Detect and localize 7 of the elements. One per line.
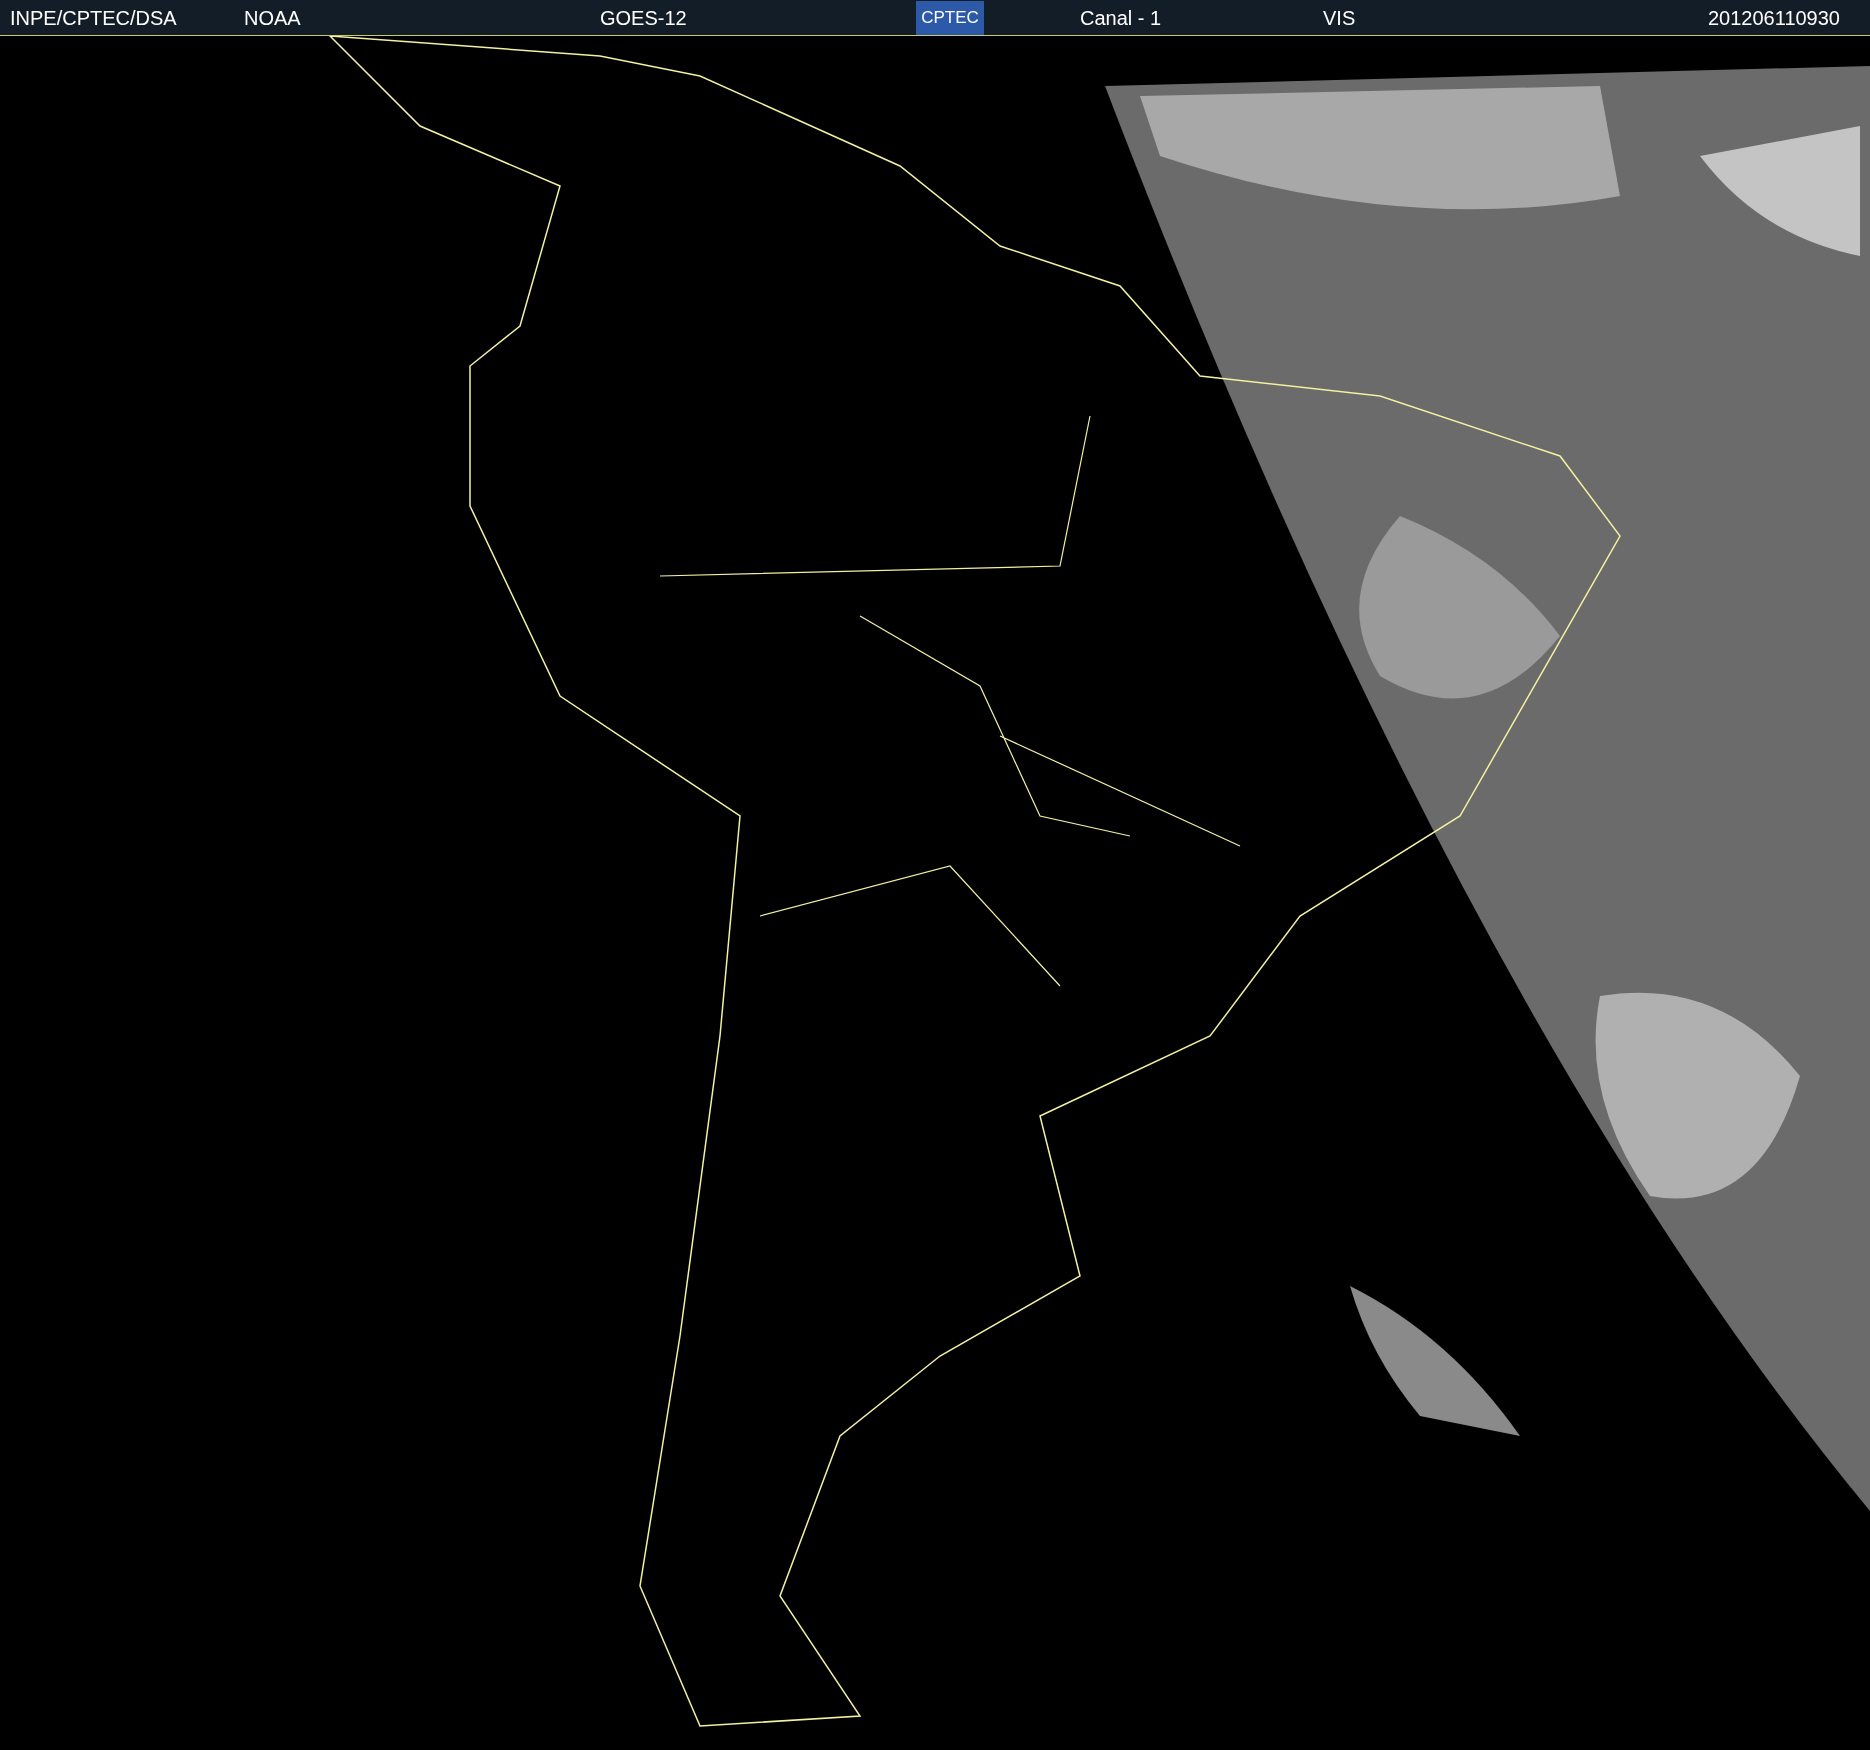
timestamp-label: 201206110930 [1708,5,1840,31]
source-label: INPE/CPTEC/DSA [10,5,178,31]
band-label: VIS [1323,5,1357,31]
agency-label: NOAA [244,5,302,31]
logo-badge: CPTEC [916,0,984,35]
satellite-label: GOES-12 [600,5,688,31]
channel-label: Canal - 1 [1080,5,1163,31]
